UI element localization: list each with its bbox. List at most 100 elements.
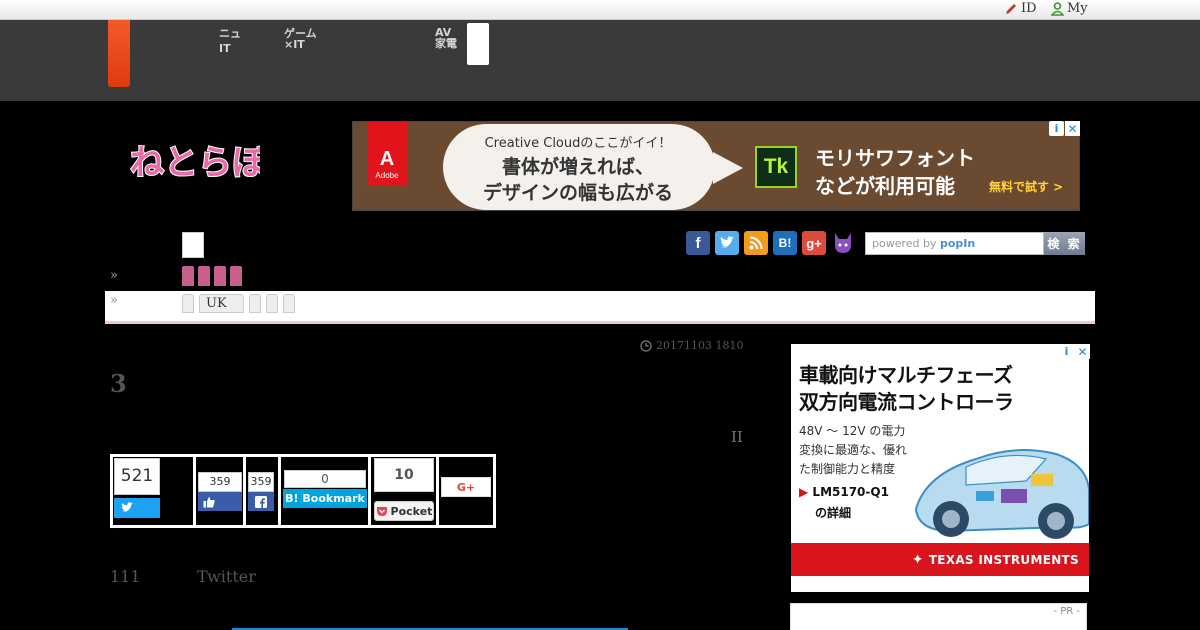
thumbs-up-icon <box>203 496 215 507</box>
hatena-count: 0 <box>284 470 366 488</box>
search-input[interactable]: powered by popIn <box>865 232 1044 255</box>
article-timestamp: 20171103 1810 <box>640 339 743 352</box>
like-count: 359 <box>198 472 242 492</box>
pocket-count: 10 <box>374 458 434 492</box>
adobe-mark-icon: A <box>379 148 395 170</box>
ad-cc-line: Creative Cloudのここがイイ！ <box>484 136 672 151</box>
ad-bubble-tail <box>713 152 743 184</box>
category-tab[interactable] <box>198 266 210 286</box>
side-ad-link-2[interactable]: の詳細 <box>815 504 851 521</box>
category-tab[interactable] <box>182 266 194 286</box>
rss-icon[interactable] <box>744 231 768 255</box>
twitter-count: 521 <box>114 458 160 495</box>
share-divider <box>436 454 439 528</box>
subnav-tab[interactable] <box>249 294 261 313</box>
ti-brand-label: TEXAS INSTRUMENTS <box>928 552 1079 567</box>
category-tab[interactable] <box>214 266 226 286</box>
subnav-tab[interactable] <box>182 294 194 313</box>
top-banner-ad[interactable]: A Adobe Creative Cloudのここがイイ！ 書体が増えれば、 デ… <box>352 121 1080 211</box>
nav-item-label: IT <box>219 42 231 55</box>
subnav-tab[interactable] <box>283 294 295 313</box>
nav-item-game-it[interactable]: ゲーム ×IT <box>284 28 317 50</box>
ti-brand-bar: ✦ TEXAS INSTRUMENTS <box>791 543 1089 576</box>
share-divider <box>193 454 196 528</box>
raquo-icon: » <box>110 293 118 308</box>
side-ad-text-2: 変換に最適な、優れ <box>799 443 908 457</box>
site-logo[interactable]: ねとらぼ <box>128 138 260 190</box>
raquo-icon: » <box>110 268 118 283</box>
article-title: 3 <box>110 369 127 398</box>
user-icon <box>1051 1 1064 16</box>
clock-icon <box>640 339 652 352</box>
id-link[interactable]: ID <box>1004 1 1037 16</box>
rss-glyph-icon <box>749 236 763 250</box>
facebook-share-button[interactable] <box>248 492 274 511</box>
adchoices-icon[interactable]: i <box>1059 344 1074 359</box>
nav-item-label: ニュ <box>219 27 241 40</box>
ti-logo-icon: ✦ <box>911 551 924 568</box>
article-byline: II <box>731 428 743 446</box>
side-ad-link-label: LM5170-Q1 <box>812 485 889 499</box>
ad-headline-2: デザインの幅も広がる <box>482 182 673 204</box>
pocket-button[interactable]: Pocket <box>374 501 434 521</box>
my-link[interactable]: My <box>1051 1 1088 16</box>
article-body-number: 111 <box>110 567 141 586</box>
tweet-button[interactable] <box>114 498 160 518</box>
arrow-icon: ▶ <box>799 485 809 499</box>
subnav-tab-uk[interactable]: UK <box>199 294 244 313</box>
twitter-icon <box>121 502 133 512</box>
nav-item-label: 家電 <box>435 37 457 50</box>
pocket-label: Pocket <box>390 504 433 518</box>
ad-right-line-2: などが利用可能 <box>815 174 955 198</box>
side-ad-link-1[interactable]: ▶ LM5170-Q1 <box>799 485 889 499</box>
top-utility-bar: ID My <box>0 0 1200 20</box>
id-label: ID <box>1021 1 1037 16</box>
my-label: My <box>1067 1 1088 16</box>
hatena-bookmark-button[interactable]: B! Bookmark <box>283 489 367 508</box>
pr-label: - PR - <box>1053 606 1080 617</box>
secondary-nav: UK <box>105 291 1095 324</box>
subnav-tab[interactable] <box>266 294 278 313</box>
close-icon[interactable]: ✕ <box>1075 344 1090 359</box>
subnav-home-tab[interactable] <box>182 232 204 258</box>
nav-item-label: ×IT <box>284 38 305 51</box>
side-ad-text-1: 48V ～ 12V の電力 <box>799 424 906 438</box>
nav-item-news-it[interactable]: ニュ IT <box>219 28 241 54</box>
google-plus-icon[interactable]: g+ <box>802 231 826 255</box>
facebook-like-button[interactable] <box>198 492 242 511</box>
nav-item-av[interactable]: AV 家電 <box>435 27 457 49</box>
logo-text: ねとらぼ <box>130 143 260 183</box>
pocket-icon <box>376 506 387 516</box>
pen-icon <box>1006 3 1016 14</box>
hatena-icon[interactable]: B! <box>773 231 797 255</box>
cat-glyph-icon <box>835 233 851 253</box>
ad-cta[interactable]: 無料で試す > <box>989 178 1063 195</box>
category-tabs <box>182 266 242 286</box>
facebook-icon[interactable]: f <box>686 231 710 255</box>
adchoices-icon[interactable]: i <box>1049 121 1064 136</box>
cat-mascot-icon[interactable] <box>831 231 855 255</box>
facebook-share-count: 359 <box>248 472 274 492</box>
itmedia-logo-tab[interactable] <box>108 20 130 87</box>
adobe-logo: A Adobe <box>367 122 407 186</box>
article-body-twitter: Twitter <box>197 567 256 586</box>
search-button[interactable]: 検 索 <box>1044 232 1085 255</box>
ad-headline-1: 書体が増えれば、 <box>501 156 654 178</box>
close-icon[interactable]: ✕ <box>1065 121 1080 136</box>
global-nav: ニュ IT ゲーム ×IT AV 家電 <box>0 20 1200 101</box>
search-brand: popIn <box>940 237 976 250</box>
subnav-tab-label: UK <box>206 296 227 311</box>
adobe-word: Adobe <box>375 171 399 180</box>
search-placeholder: powered by <box>872 237 940 250</box>
side-banner-ad[interactable]: 車載向けマルチフェーズ 双方向電流コントローラ 48V ～ 12V の電力 変換… <box>791 344 1089 592</box>
google-plus-button[interactable]: G+ <box>441 477 491 497</box>
ad-right-line-1: モリサワフォント <box>815 146 975 170</box>
timestamp-text: 20171103 1810 <box>656 339 744 352</box>
twitter-icon[interactable] <box>715 231 739 255</box>
category-tab[interactable] <box>230 266 242 286</box>
share-divider <box>278 454 281 528</box>
nav-search-box[interactable] <box>467 23 489 65</box>
side-ad-headline-1: 車載向けマルチフェーズ <box>799 363 1013 387</box>
side-ad-headline-2: 双方向電流コントローラ <box>799 390 1014 414</box>
typekit-icon: Tk <box>755 146 797 188</box>
